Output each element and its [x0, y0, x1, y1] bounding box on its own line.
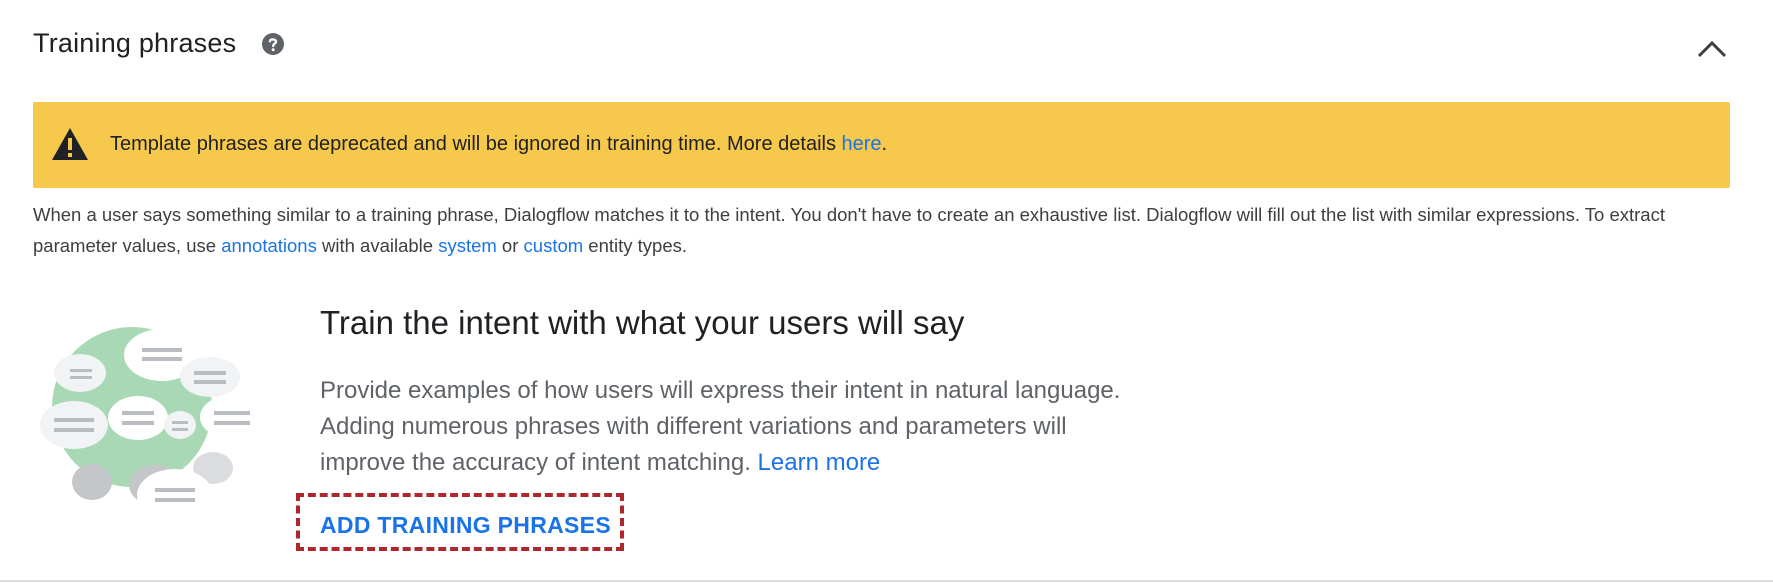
empty-state-body-line: Adding numerous phrases with different v… — [320, 413, 1067, 440]
empty-state-body: Provide examples of how users will expre… — [320, 373, 1180, 481]
section-header: Training phrases — [33, 28, 1773, 68]
section-description: When a user says something similar to a … — [33, 199, 1748, 261]
empty-state-body-line: Provide examples of how users will expre… — [320, 377, 1121, 404]
chat-bubbles-illustration — [40, 327, 264, 521]
description-text: entity types. — [583, 235, 688, 256]
empty-state-title: Train the intent with what your users wi… — [320, 304, 965, 341]
warning-message: Template phrases are deprecated and will… — [110, 133, 842, 155]
warning-suffix: . — [881, 133, 888, 155]
chevron-up-icon[interactable] — [1695, 34, 1729, 62]
section-title: Training phrases — [33, 28, 237, 58]
warning-triangle-icon — [52, 128, 88, 160]
empty-state-body-text: improve the accuracy of intent matching. — [320, 449, 758, 476]
help-circle-icon[interactable] — [261, 32, 285, 56]
system-entities-link[interactable]: system — [438, 235, 497, 256]
warning-details-link[interactable]: here — [842, 133, 882, 155]
learn-more-link[interactable]: Learn more — [758, 449, 881, 476]
add-training-phrases-button[interactable]: ADD TRAINING PHRASES — [320, 512, 611, 539]
description-text: or — [496, 235, 524, 256]
warning-text: Template phrases are deprecated and will… — [110, 133, 887, 156]
description-text: with available — [316, 235, 439, 256]
custom-entities-link[interactable]: custom — [524, 235, 584, 256]
empty-state-body-line: improve the accuracy of intent matching.… — [320, 445, 1180, 481]
annotations-link[interactable]: annotations — [221, 235, 317, 256]
section-divider — [0, 580, 1773, 582]
deprecation-warning-banner: Template phrases are deprecated and will… — [33, 102, 1730, 188]
